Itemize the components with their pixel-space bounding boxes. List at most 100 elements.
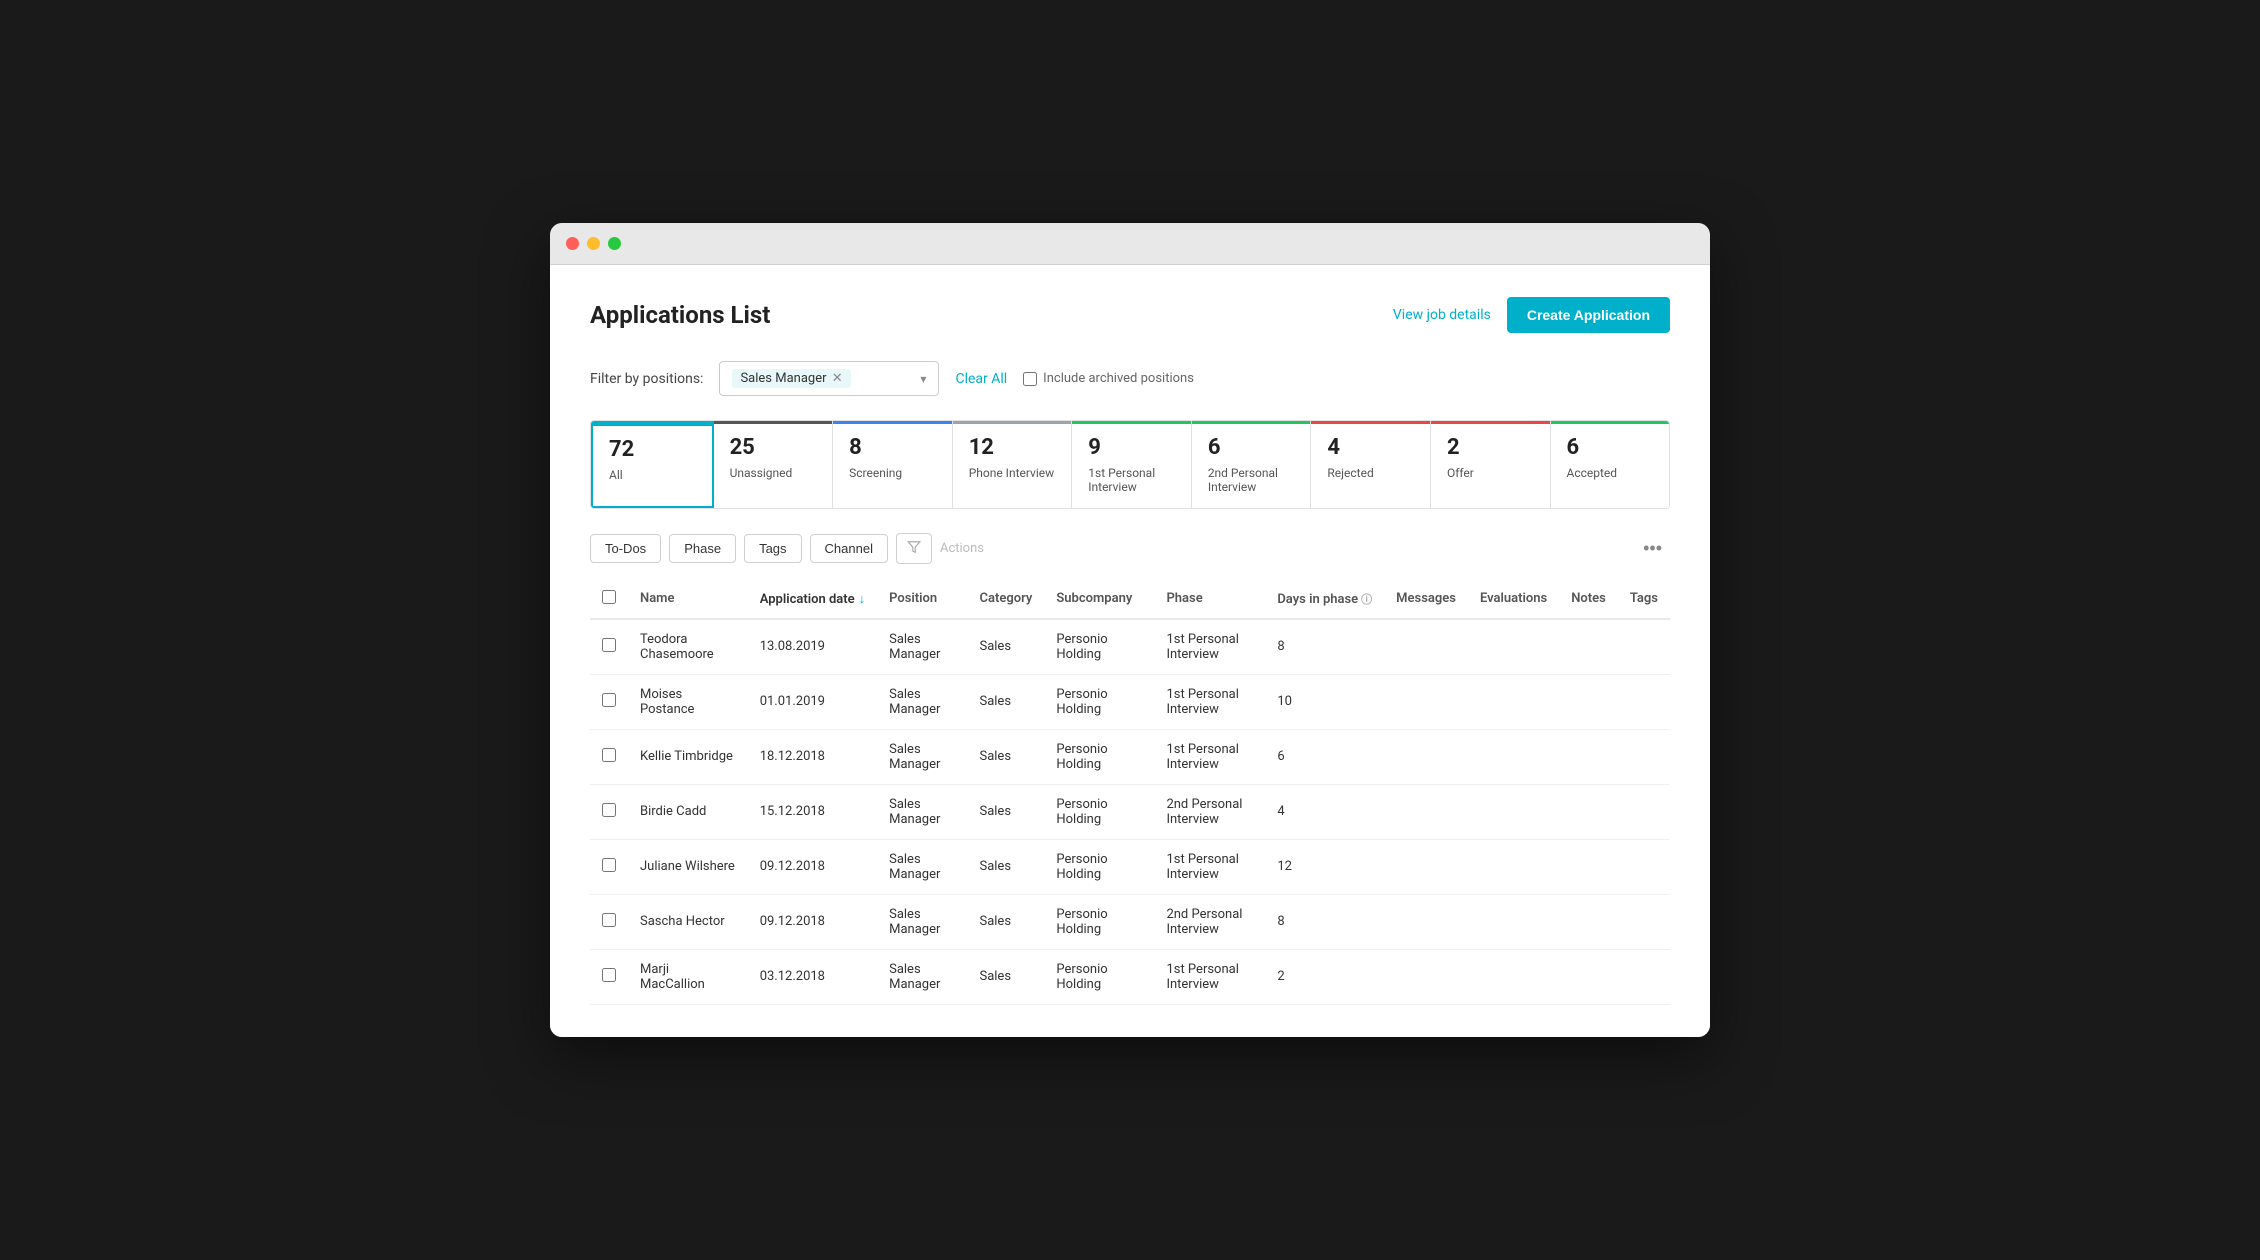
page-header: Applications List View job details Creat… xyxy=(590,297,1670,333)
row-checkbox[interactable] xyxy=(602,748,616,762)
select-all-checkbox[interactable] xyxy=(602,590,616,604)
table-row[interactable]: Marji MacCallion03.12.2018Sales ManagerS… xyxy=(590,949,1670,1004)
phase-card-bar xyxy=(1072,421,1191,424)
clear-all-link[interactable]: Clear All xyxy=(955,371,1007,387)
cell-days_in_phase: 12 xyxy=(1265,839,1384,894)
cell-application_date: 09.12.2018 xyxy=(748,839,877,894)
cell-category: Sales xyxy=(967,784,1044,839)
phase-card-screening[interactable]: 8Screening xyxy=(833,421,953,507)
cell-phase: 1st Personal Interview xyxy=(1154,674,1265,729)
cell-name[interactable]: Marji MacCallion xyxy=(628,949,748,1004)
row-checkbox[interactable] xyxy=(602,803,616,817)
table-row[interactable]: Teodora Chasemoore13.08.2019Sales Manage… xyxy=(590,619,1670,675)
cell-category: Sales xyxy=(967,839,1044,894)
filter-tag-remove[interactable]: ✕ xyxy=(832,371,843,386)
phase-card-rejected[interactable]: 4Rejected xyxy=(1311,421,1431,507)
phase-card-accepted[interactable]: 6Accepted xyxy=(1551,421,1670,507)
col-header-phase: Phase xyxy=(1154,580,1265,619)
close-button[interactable] xyxy=(566,237,579,250)
cell-category: Sales xyxy=(967,949,1044,1004)
cell-days_in_phase: 8 xyxy=(1265,894,1384,949)
phase-card-count: 6 xyxy=(1567,435,1654,461)
cell-evaluations xyxy=(1468,894,1559,949)
filter-funnel-button[interactable] xyxy=(896,533,932,564)
table-row[interactable]: Sascha Hector09.12.2018Sales ManagerSale… xyxy=(590,894,1670,949)
more-options-button[interactable]: ••• xyxy=(1635,536,1670,561)
row-checkbox[interactable] xyxy=(602,638,616,652)
phase-card-unassigned[interactable]: 25Unassigned xyxy=(714,421,834,507)
col-header-name: Name xyxy=(628,580,748,619)
phase-card-2nd-personal-interview[interactable]: 62nd Personal Interview xyxy=(1192,421,1312,507)
cell-category: Sales xyxy=(967,894,1044,949)
cell-notes xyxy=(1559,619,1618,675)
phase-card-offer[interactable]: 2Offer xyxy=(1431,421,1551,507)
col-header-evaluations: Evaluations xyxy=(1468,580,1559,619)
cell-subcompany: Personio Holding xyxy=(1044,619,1154,675)
filter-pill-to-dos[interactable]: To-Dos xyxy=(590,534,661,563)
phase-card-1st-personal-interview[interactable]: 91st Personal Interview xyxy=(1072,421,1192,507)
cell-tags xyxy=(1618,949,1670,1004)
cell-tags xyxy=(1618,894,1670,949)
cell-messages xyxy=(1384,619,1468,675)
cell-phase: 1st Personal Interview xyxy=(1154,839,1265,894)
cell-subcompany: Personio Holding xyxy=(1044,949,1154,1004)
table-row[interactable]: Kellie Timbridge18.12.2018Sales ManagerS… xyxy=(590,729,1670,784)
cell-messages xyxy=(1384,674,1468,729)
create-application-button[interactable]: Create Application xyxy=(1507,297,1670,333)
row-checkbox[interactable] xyxy=(602,858,616,872)
cell-evaluations xyxy=(1468,949,1559,1004)
phase-card-bar xyxy=(714,421,833,424)
row-checkbox[interactable] xyxy=(602,913,616,927)
filter-pill-phase[interactable]: Phase xyxy=(669,534,736,563)
cell-position: Sales Manager xyxy=(877,894,967,949)
minimize-button[interactable] xyxy=(587,237,600,250)
phase-card-count: 6 xyxy=(1208,435,1295,461)
titlebar xyxy=(550,223,1710,265)
cell-notes xyxy=(1559,784,1618,839)
row-checkbox[interactable] xyxy=(602,968,616,982)
phase-card-bar xyxy=(1431,421,1550,424)
filter-pill-tags[interactable]: Tags xyxy=(744,534,801,563)
col-header-application_date[interactable]: Application date↓ xyxy=(748,580,877,619)
phase-card-all[interactable]: 72All xyxy=(591,421,714,507)
filter-pill-channel[interactable]: Channel xyxy=(810,534,888,563)
cell-name[interactable]: Birdie Cadd xyxy=(628,784,748,839)
position-filter-select[interactable]: Sales Manager ✕ ▾ xyxy=(719,361,939,396)
cell-name[interactable]: Kellie Timbridge xyxy=(628,729,748,784)
phase-card-label: All xyxy=(609,468,696,482)
cell-category: Sales xyxy=(967,729,1044,784)
phase-card-phone-interview[interactable]: 12Phone Interview xyxy=(953,421,1073,507)
table-row[interactable]: Moises Postance01.01.2019Sales ManagerSa… xyxy=(590,674,1670,729)
cell-application_date: 15.12.2018 xyxy=(748,784,877,839)
cell-tags xyxy=(1618,784,1670,839)
phase-card-bar xyxy=(1192,421,1311,424)
cell-name[interactable]: Teodora Chasemoore xyxy=(628,619,748,675)
filter-bar: To-DosPhaseTagsChannelActions ••• xyxy=(590,533,1670,564)
phase-card-bar xyxy=(1551,421,1670,424)
archived-positions-checkbox[interactable] xyxy=(1023,372,1037,386)
cell-messages xyxy=(1384,729,1468,784)
row-checkbox[interactable] xyxy=(602,693,616,707)
filter-bar-left: To-DosPhaseTagsChannelActions xyxy=(590,533,984,564)
maximize-button[interactable] xyxy=(608,237,621,250)
cell-application_date: 01.01.2019 xyxy=(748,674,877,729)
cell-name[interactable]: Sascha Hector xyxy=(628,894,748,949)
table-row[interactable]: Birdie Cadd15.12.2018Sales ManagerSalesP… xyxy=(590,784,1670,839)
cell-position: Sales Manager xyxy=(877,839,967,894)
col-header-notes: Notes xyxy=(1559,580,1618,619)
cell-category: Sales xyxy=(967,674,1044,729)
cell-name[interactable]: Moises Postance xyxy=(628,674,748,729)
cell-phase: 1st Personal Interview xyxy=(1154,729,1265,784)
chevron-down-icon: ▾ xyxy=(920,372,926,386)
cell-notes xyxy=(1559,674,1618,729)
view-job-link[interactable]: View job details xyxy=(1393,307,1491,323)
cell-name[interactable]: Juliane Wilshere xyxy=(628,839,748,894)
cell-messages xyxy=(1384,949,1468,1004)
archived-positions-label[interactable]: Include archived positions xyxy=(1023,371,1194,386)
cell-phase: 1st Personal Interview xyxy=(1154,619,1265,675)
cell-subcompany: Personio Holding xyxy=(1044,839,1154,894)
table-row[interactable]: Juliane Wilshere09.12.2018Sales ManagerS… xyxy=(590,839,1670,894)
phase-card-label: Offer xyxy=(1447,466,1534,480)
cell-subcompany: Personio Holding xyxy=(1044,674,1154,729)
phase-card-bar xyxy=(593,423,712,426)
